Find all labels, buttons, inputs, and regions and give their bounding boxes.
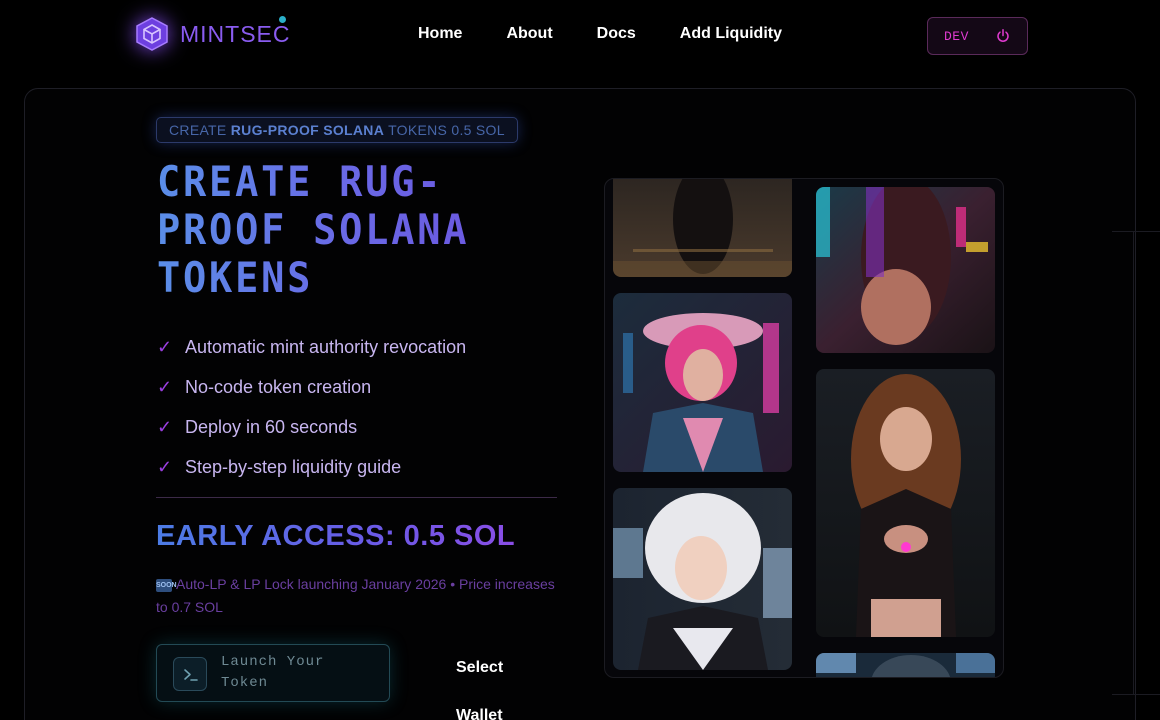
decor-line bbox=[1112, 231, 1160, 232]
image-gallery bbox=[604, 178, 1004, 678]
check-icon: ✓ bbox=[157, 456, 173, 477]
feature-text: Step-by-step liquidity guide bbox=[185, 456, 402, 477]
feature-item: ✓ No-code token creation bbox=[157, 367, 466, 407]
terminal-icon bbox=[173, 657, 207, 691]
top-nav: MINTSEC Home About Docs Add Liquidity DE… bbox=[0, 0, 1160, 70]
feature-text: Automatic mint authority revocation bbox=[185, 336, 467, 357]
power-icon bbox=[997, 29, 1009, 42]
feature-text: Deploy in 60 seconds bbox=[185, 416, 358, 437]
brand-logo[interactable]: MINTSEC bbox=[132, 14, 291, 54]
dev-label: DEV bbox=[944, 28, 969, 44]
gallery-image bbox=[816, 187, 995, 353]
dev-button[interactable]: DEV bbox=[927, 17, 1028, 55]
hero-title: CREATE RUG-PROOF SOLANA TOKENS bbox=[157, 158, 488, 302]
section-divider bbox=[156, 497, 557, 498]
nav-add-liquidity[interactable]: Add Liquidity bbox=[680, 25, 782, 43]
feature-item: ✓ Step-by-step liquidity guide bbox=[157, 447, 466, 487]
feature-item: ✓ Deploy in 60 seconds bbox=[157, 407, 466, 447]
select-wallet-button[interactable]: Select Wallet bbox=[456, 644, 516, 720]
gallery-image bbox=[613, 179, 792, 277]
decor-line bbox=[1112, 694, 1160, 695]
early-access-price: EARLY ACCESS: 0.5 SOL bbox=[156, 520, 516, 552]
feature-item: ✓ Automatic mint authority revocation bbox=[157, 327, 466, 367]
badge-highlight: RUG-PROOF SOLANA bbox=[230, 122, 385, 138]
check-icon: ✓ bbox=[157, 376, 173, 397]
notice-text: Auto-LP & LP Lock launching January 2026… bbox=[156, 576, 555, 615]
launch-token-label: Launch Your Token bbox=[221, 654, 325, 691]
brand-name: MINTSEC bbox=[180, 20, 291, 47]
gallery-image bbox=[613, 293, 792, 472]
badge-suffix: TOKENS 0.5 SOL bbox=[388, 122, 505, 138]
nav-docs[interactable]: Docs bbox=[597, 25, 636, 43]
launch-notice: SOONAuto-LP & LP Lock launching January … bbox=[156, 573, 566, 619]
badge-prefix: CREATE bbox=[169, 122, 227, 138]
cube-logo-icon bbox=[132, 14, 172, 54]
soon-icon: SOON bbox=[156, 578, 177, 592]
feature-list: ✓ Automatic mint authority revocation ✓ No… bbox=[157, 327, 466, 487]
launch-token-button[interactable]: Launch Your Token bbox=[156, 644, 390, 702]
status-dot bbox=[279, 16, 286, 23]
gallery-image bbox=[816, 653, 995, 677]
hero-badge: CREATE RUG-PROOF SOLANA TOKENS 0.5 SOL bbox=[156, 117, 518, 143]
nav-about[interactable]: About bbox=[506, 25, 552, 43]
decor-line bbox=[1133, 232, 1134, 695]
gallery-image bbox=[816, 369, 995, 637]
gallery-image bbox=[613, 488, 792, 670]
nav-home[interactable]: Home bbox=[418, 25, 462, 43]
check-icon: ✓ bbox=[157, 336, 173, 357]
check-icon: ✓ bbox=[157, 416, 173, 437]
nav-links: Home About Docs Add Liquidity bbox=[418, 25, 826, 43]
feature-text: No-code token creation bbox=[185, 376, 372, 397]
